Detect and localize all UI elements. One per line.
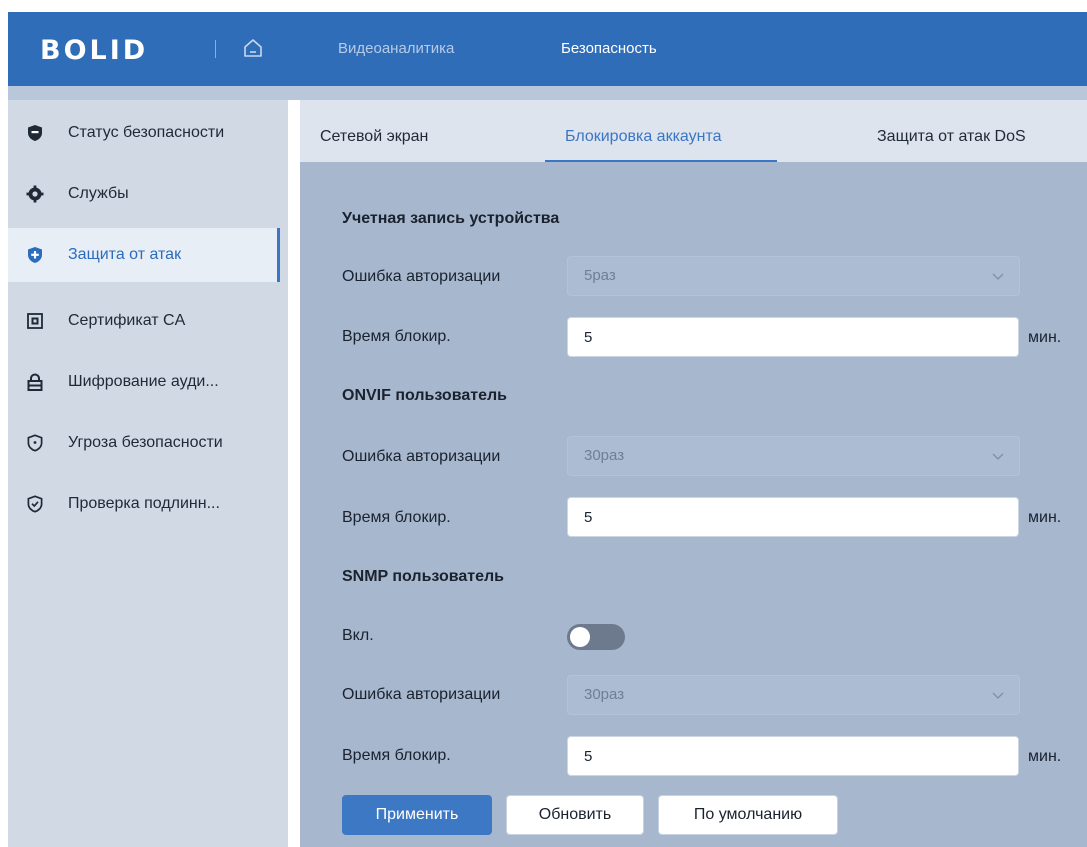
- sidebar-item-authentication-check[interactable]: Проверка подлинн...: [8, 477, 280, 531]
- bolid-logo-icon: BOLID: [40, 35, 148, 65]
- snmp-lock-time-unit: мин.: [1028, 748, 1062, 765]
- top-navigation-bar: BOLID Видеоаналитика Безопасность: [8, 12, 1087, 86]
- tab-bar: Сетевой экран Блокировка аккаунта Защита…: [300, 100, 1087, 162]
- sidebar-item-security-threat[interactable]: Угроза безопасности: [8, 416, 280, 470]
- snmp-enable-label: Вкл.: [342, 627, 374, 644]
- sidebar-item-label: Угроза безопасности: [68, 434, 223, 451]
- snmp-enable-toggle[interactable]: [567, 624, 625, 650]
- sidebar-item-label: Проверка подлинн...: [68, 495, 220, 512]
- shield-alert-icon: [26, 434, 44, 452]
- nav-video-analytics[interactable]: Видеоаналитика: [338, 36, 454, 62]
- sidebar: Статус безопасности Службы Защита от ата…: [8, 100, 288, 847]
- tab-firewall[interactable]: Сетевой экран: [320, 100, 428, 162]
- snmp-auth-error-select[interactable]: 30раз: [567, 675, 1020, 715]
- snmp-lock-time-label: Время блокир.: [342, 747, 451, 764]
- device-auth-error-label: Ошибка авторизации: [342, 268, 501, 285]
- chevron-down-icon: [992, 453, 1004, 460]
- default-button[interactable]: По умолчанию: [658, 795, 838, 835]
- sidebar-item-services[interactable]: Службы: [8, 167, 280, 221]
- sidebar-item-label: Службы: [68, 185, 129, 202]
- sidebar-item-label: Шифрование ауди...: [68, 373, 219, 390]
- sidebar-item-ca-certificate[interactable]: Сертификат CA: [8, 294, 280, 348]
- snmp-lock-time-input[interactable]: [567, 736, 1019, 776]
- onvif-lock-time-unit: мин.: [1028, 509, 1062, 526]
- select-value: 30раз: [584, 447, 625, 464]
- chevron-down-icon: [992, 692, 1004, 699]
- certificate-icon: [26, 312, 44, 330]
- refresh-button[interactable]: Обновить: [506, 795, 644, 835]
- device-lock-time-input[interactable]: [567, 317, 1019, 357]
- header-gap: [8, 86, 1087, 100]
- brand-logo: BOLID: [36, 33, 176, 65]
- shield-filled-icon: [26, 124, 44, 142]
- section-title-device-account: Учетная запись устройства: [342, 210, 560, 227]
- active-tab-indicator: [545, 160, 777, 162]
- gear-icon: [26, 185, 44, 203]
- onvif-auth-error-label: Ошибка авторизации: [342, 448, 501, 465]
- sidebar-item-audio-encryption[interactable]: Шифрование ауди...: [8, 355, 280, 409]
- sidebar-item-security-status[interactable]: Статус безопасности: [8, 106, 280, 160]
- sidebar-item-label: Сертификат CA: [68, 312, 186, 329]
- tab-account-lockout[interactable]: Блокировка аккаунта: [565, 100, 722, 162]
- lock-icon: [26, 373, 44, 391]
- home-icon[interactable]: [242, 37, 264, 59]
- onvif-auth-error-select[interactable]: 30раз: [567, 436, 1020, 476]
- select-value: 30раз: [584, 686, 625, 703]
- sidebar-item-label: Статус безопасности: [68, 124, 225, 141]
- onvif-lock-time-input[interactable]: [567, 497, 1019, 537]
- sidebar-item-attack-protection[interactable]: Защита от атак: [8, 228, 280, 282]
- toggle-knob: [570, 627, 590, 647]
- main-content: Сетевой экран Блокировка аккаунта Защита…: [300, 100, 1087, 847]
- snmp-auth-error-label: Ошибка авторизации: [342, 686, 501, 703]
- shield-check-icon: [26, 495, 44, 513]
- shield-plus-icon: [26, 246, 44, 264]
- section-title-snmp-user: SNMP пользователь: [342, 568, 505, 585]
- select-value: 5раз: [584, 267, 616, 284]
- sidebar-item-label: Защита от атак: [68, 246, 182, 263]
- chevron-down-icon: [992, 273, 1004, 280]
- nav-security[interactable]: Безопасность: [561, 36, 657, 62]
- header-divider: [215, 40, 216, 58]
- onvif-lock-time-label: Время блокир.: [342, 509, 451, 526]
- section-title-onvif-user: ONVIF пользователь: [342, 387, 507, 404]
- device-lock-time-label: Время блокир.: [342, 328, 451, 345]
- device-lock-time-unit: мин.: [1028, 329, 1062, 346]
- tab-dos-protection[interactable]: Защита от атак DoS: [877, 100, 1026, 162]
- device-auth-error-select[interactable]: 5раз: [567, 256, 1020, 296]
- apply-button[interactable]: Применить: [342, 795, 492, 835]
- svg-text:BOLID: BOLID: [40, 35, 148, 65]
